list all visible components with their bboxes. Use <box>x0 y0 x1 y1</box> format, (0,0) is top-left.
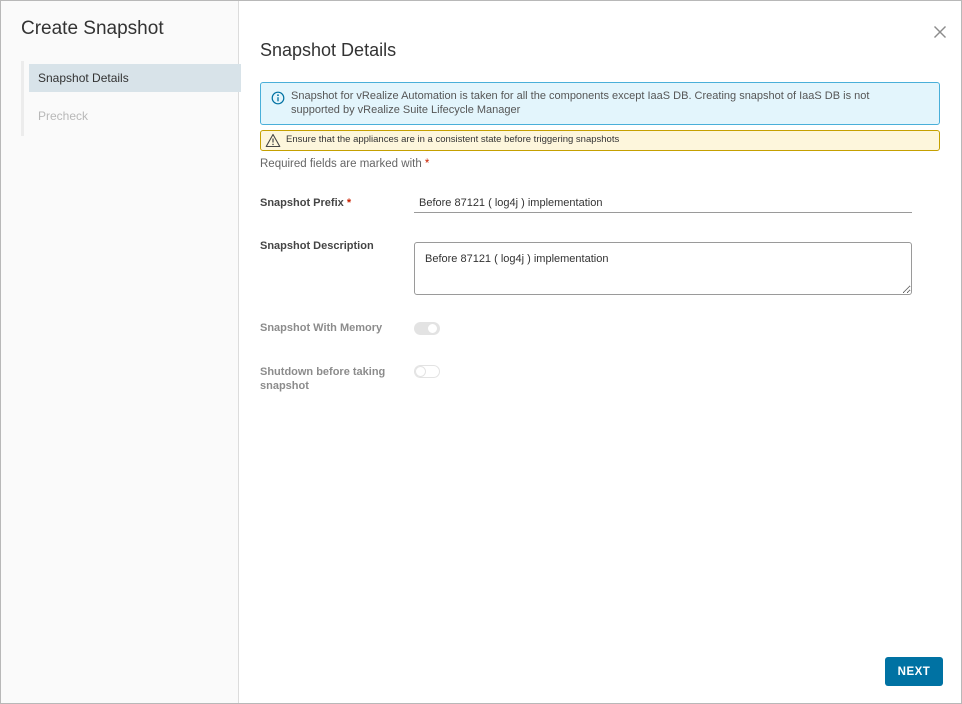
snapshot-prefix-label: Snapshot Prefix * <box>260 197 351 209</box>
snapshot-description-label: Snapshot Description <box>260 240 374 252</box>
warning-alert: Ensure that the appliances are in a cons… <box>260 130 940 151</box>
toggle-knob <box>415 366 426 377</box>
info-alert: Snapshot for vRealize Automation is take… <box>260 82 940 125</box>
next-button[interactable]: NEXT <box>885 657 943 686</box>
snapshot-prefix-input[interactable] <box>414 194 912 213</box>
step-snapshot-details[interactable]: Snapshot Details <box>29 64 241 92</box>
close-icon[interactable] <box>931 23 949 41</box>
wizard-sidenav: Create Snapshot Snapshot Details Prechec… <box>1 1 241 703</box>
step-precheck: Precheck <box>38 109 89 123</box>
warning-triangle-icon <box>265 133 281 148</box>
shutdown-label-line2: snapshot <box>260 380 309 392</box>
wizard-steps: Snapshot Details Precheck <box>21 61 241 136</box>
required-marker: * <box>346 197 352 209</box>
warning-alert-text: Ensure that the appliances are in a cons… <box>286 134 620 145</box>
shutdown-label-line1: Shutdown before taking <box>260 366 386 378</box>
info-alert-text: Snapshot for vRealize Automation is take… <box>291 90 870 116</box>
snapshot-with-memory-toggle[interactable] <box>414 322 440 335</box>
create-snapshot-wizard: Create Snapshot Snapshot Details Prechec… <box>0 0 962 704</box>
snapshot-with-memory-label: Snapshot With Memory <box>260 322 383 334</box>
shutdown-before-snapshot-label: Shutdown before taking snapshot <box>260 365 385 393</box>
shutdown-before-snapshot-toggle[interactable] <box>414 365 440 378</box>
toggle-knob <box>427 323 438 334</box>
snapshot-prefix-label-text: Snapshot Prefix <box>260 197 344 209</box>
info-circle-icon <box>271 91 285 105</box>
required-fields-note: Required fields are marked with * <box>260 158 429 170</box>
required-note-text: Required fields are marked with <box>260 158 422 170</box>
snapshot-description-textarea[interactable]: Before 87121 ( log4j ) implementation <box>414 242 912 295</box>
wizard-title: Create Snapshot <box>21 18 164 39</box>
required-marker: * <box>424 158 430 170</box>
page-title: Snapshot Details <box>260 40 397 60</box>
